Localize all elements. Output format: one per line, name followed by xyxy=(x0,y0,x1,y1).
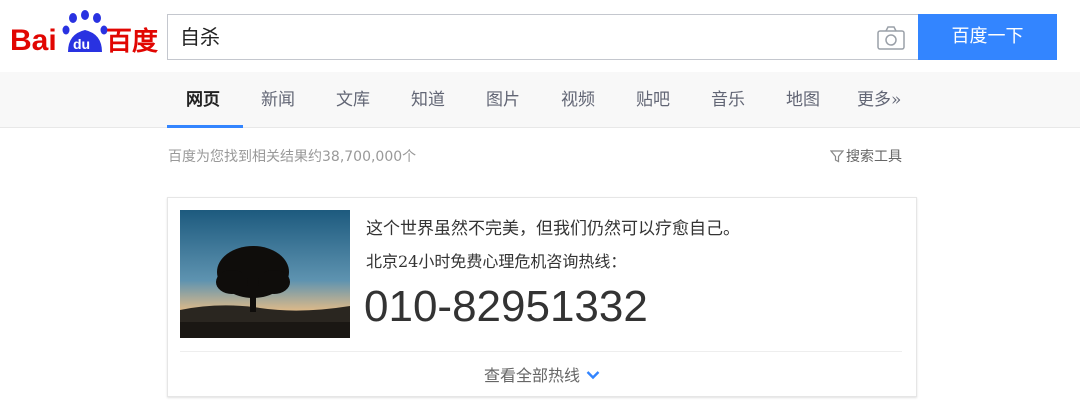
tab-tieba[interactable]: 贴吧 xyxy=(636,72,670,128)
card-divider xyxy=(180,351,902,352)
search-box[interactable]: 自杀 xyxy=(167,14,918,60)
hotline-card: 这个世界虽然不完美，但我们仍然可以疗愈自己。 北京24小时免费心理危机咨询热线：… xyxy=(167,197,917,397)
view-all-label: 查看全部热线 xyxy=(483,366,580,385)
hotline-phone-number[interactable]: 010-82951332 xyxy=(364,282,648,332)
tab-wenku[interactable]: 文库 xyxy=(336,72,370,128)
camera-icon[interactable] xyxy=(876,25,906,51)
baidu-logo[interactable]: Bai du 百度 xyxy=(10,8,158,58)
search-tools[interactable]: 搜索工具 xyxy=(830,146,902,166)
view-all-hotlines-link[interactable]: 查看全部热线 xyxy=(168,362,916,386)
tab-music[interactable]: 音乐 xyxy=(711,72,745,128)
active-tab-indicator xyxy=(167,125,243,128)
card-hotline-label: 北京24小时免费心理危机咨询热线： xyxy=(366,252,627,271)
search-input[interactable]: 自杀 xyxy=(180,15,220,59)
tab-video[interactable]: 视频 xyxy=(561,72,595,128)
tab-images[interactable]: 图片 xyxy=(486,72,520,128)
tab-more[interactable]: 更多» xyxy=(857,72,901,128)
search-tools-label: 搜索工具 xyxy=(846,149,902,165)
header: Bai du 百度 自杀 百度一下 xyxy=(0,0,1080,72)
tab-news[interactable]: 新闻 xyxy=(261,72,295,128)
tabs-bar: 网页 新闻 文库 知道 图片 视频 贴吧 音乐 地图 更多» xyxy=(0,72,1080,128)
result-count: 百度为您找到相关结果约38,700,000个 xyxy=(168,149,417,165)
funnel-icon xyxy=(830,150,844,163)
svg-text:Bai: Bai xyxy=(10,24,57,57)
tree-sunset-image xyxy=(180,210,350,338)
svg-text:du: du xyxy=(73,36,90,52)
tab-map[interactable]: 地图 xyxy=(786,72,820,128)
tab-zhidao[interactable]: 知道 xyxy=(411,72,445,128)
svg-text:百度: 百度 xyxy=(106,26,158,57)
chevron-down-icon xyxy=(586,371,600,380)
card-tagline: 这个世界虽然不完美，但我们仍然可以疗愈自己。 xyxy=(366,219,740,239)
tab-web[interactable]: 网页 xyxy=(186,72,220,128)
search-button[interactable]: 百度一下 xyxy=(918,14,1057,60)
